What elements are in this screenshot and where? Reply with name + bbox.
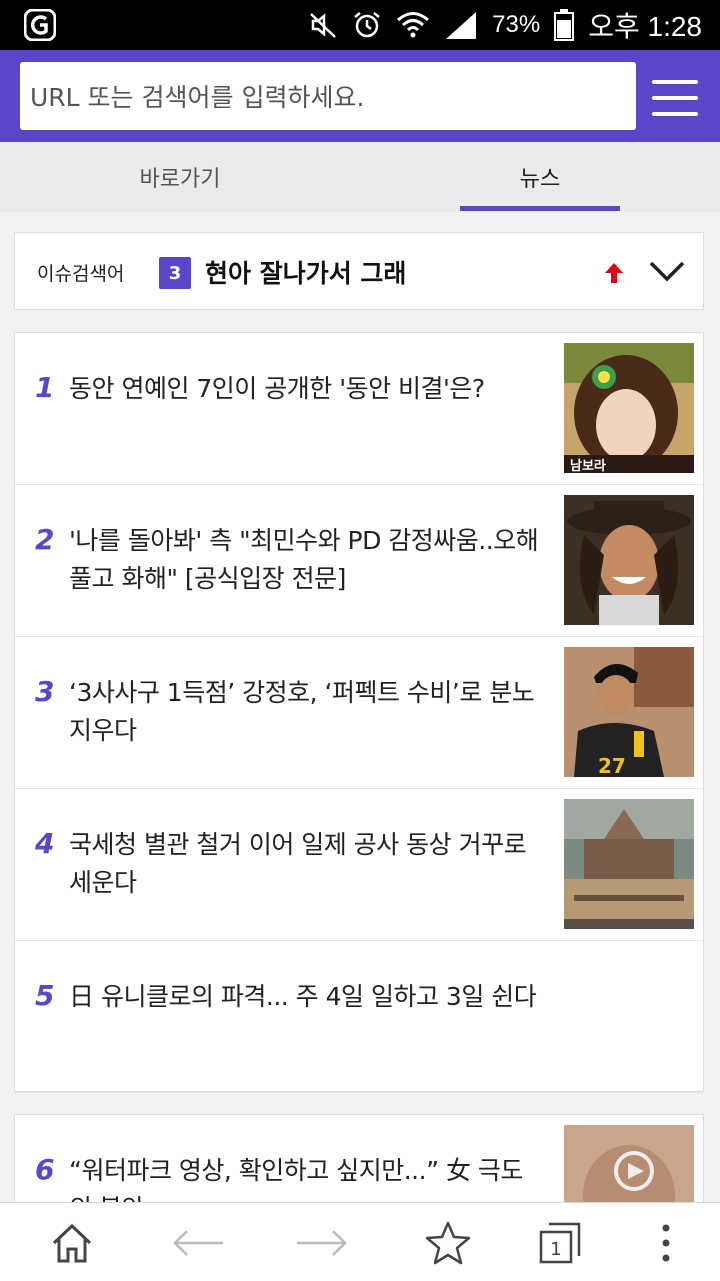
tab-shortcuts[interactable]: 바로가기 [100,142,260,212]
bottom-nav: 1 [0,1202,720,1281]
more-vertical-icon[interactable] [636,1213,696,1273]
signal-icon [446,12,477,39]
battery-percent: 73% [492,11,541,38]
news-rank: 5 [35,979,55,1012]
news-thumbnail[interactable] [564,799,694,929]
tab-news[interactable]: 뉴스 [460,142,620,212]
forward-arrow-icon[interactable] [292,1213,352,1273]
news-rank: 2 [35,523,55,556]
news-thumbnail[interactable]: 남보라 [564,343,694,473]
chevron-down-icon[interactable] [649,259,685,283]
news-title[interactable]: 동안 연예인 7인이 공개한 '동안 비결'은? [69,370,545,408]
news-thumbnail[interactable] [564,495,694,625]
news-rank: 3 [35,675,55,708]
tabs-icon[interactable]: 1 [530,1213,590,1273]
wifi-icon [397,12,430,38]
issue-keyword-bar[interactable]: 이슈검색어 3 현아 잘나가서 그래 [14,232,704,310]
news-thumbnail[interactable]: 27 [564,647,694,777]
issue-rank-badge: 3 [159,257,191,289]
news-item[interactable]: 2 '나를 돌아봐' 측 "최민수와 PD 감정싸움..오해 풀고 화해" [공… [15,485,703,637]
url-bar: URL 또는 검색어를 입력하세요. [0,50,720,142]
news-rank: 4 [35,827,55,860]
news-list: 1 동안 연예인 7인이 공개한 '동안 비결'은? 남보라 2 '나를 돌아봐… [14,332,704,1093]
issue-label: 이슈검색어 [37,262,125,285]
thumbnail-caption: 남보라 [570,458,606,473]
news-item[interactable]: 4 국세청 별관 철거 이어 일제 공사 동상 거꾸로 세운다 [15,789,703,941]
tab-count: 1 [550,1239,561,1260]
news-item[interactable]: 6 “워터파크 영상, 확인하고 싶지만...” 女 극도의 불안 [15,1115,703,1214]
news-list-continued: 6 “워터파크 영상, 확인하고 싶지만...” 女 극도의 불안 [14,1114,704,1214]
back-arrow-icon[interactable] [168,1213,228,1273]
mute-icon [310,13,337,38]
app-logo-icon [24,9,56,41]
clock: 오후 1:28 [588,11,702,42]
news-item[interactable]: 5 日 유니클로의 파격... 주 4일 일하고 3일 쉰다 [15,941,703,1093]
status-bar: 73% 오후 1:28 [0,0,720,50]
trend-up-icon [605,263,623,283]
news-title[interactable]: 국세청 별관 철거 이어 일제 공사 동상 거꾸로 세운다 [69,826,545,902]
news-thumbnail[interactable] [564,1125,694,1214]
hamburger-menu-icon[interactable] [650,80,700,116]
battery-icon [554,9,575,41]
tab-bar: 바로가기 뉴스 [0,142,720,212]
star-bookmark-icon[interactable] [418,1213,478,1273]
news-title[interactable]: ‘3사사구 1득점’ 강정호, ‘퍼펙트 수비’로 분노 지우다 [69,674,545,750]
tab-active-indicator [460,206,620,211]
home-icon[interactable] [42,1213,102,1273]
issue-keyword[interactable]: 현아 잘나가서 그래 [205,233,406,311]
news-title[interactable]: '나를 돌아봐' 측 "최민수와 PD 감정싸움..오해 풀고 화해" [공식입… [69,522,545,598]
alarm-icon [354,12,380,38]
url-search-input[interactable]: URL 또는 검색어를 입력하세요. [20,62,636,130]
news-item[interactable]: 3 ‘3사사구 1득점’ 강정호, ‘퍼펙트 수비’로 분노 지우다 27 [15,637,703,789]
news-rank: 6 [35,1153,55,1186]
thumbnail-caption: 27 [598,754,626,777]
news-rank: 1 [35,371,55,404]
news-item[interactable]: 1 동안 연예인 7인이 공개한 '동안 비결'은? 남보라 [15,333,703,485]
news-title[interactable]: 日 유니클로의 파격... 주 4일 일하고 3일 쉰다 [69,978,545,1016]
